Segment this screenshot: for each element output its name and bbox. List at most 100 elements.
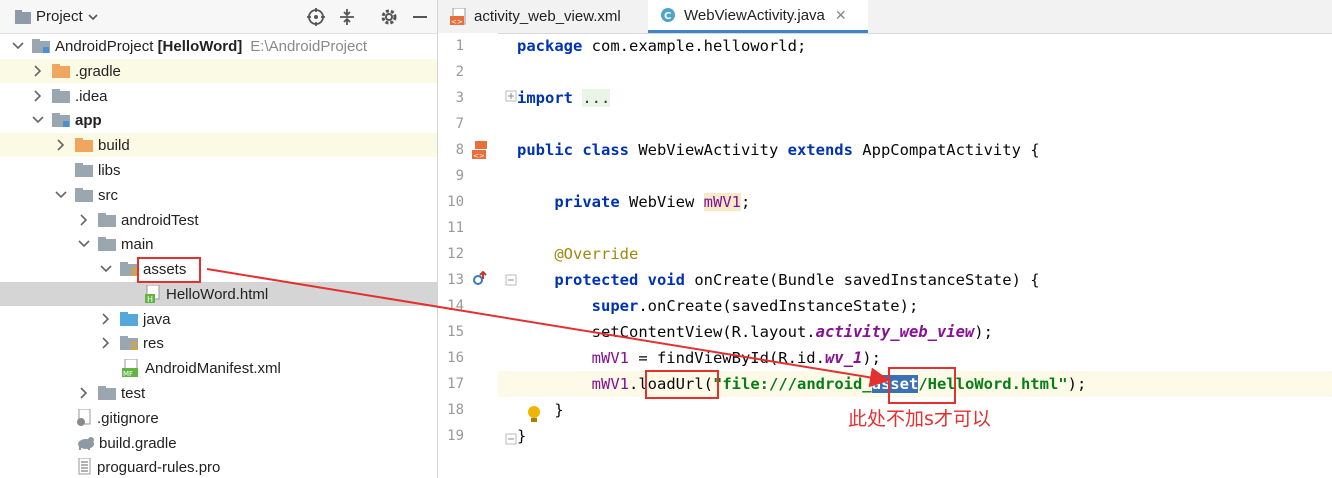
tab-activity-web-view-xml[interactable]: <> activity_web_view.xml [438,0,660,33]
line-number: 8 [455,142,464,158]
tree-item-gradle[interactable]: .gradle [0,59,437,83]
tree-item-src[interactable]: src [0,183,437,207]
module-folder-icon [32,39,50,53]
line-number: 11 [447,220,464,236]
override-method-icon[interactable] [472,271,488,287]
line-number: 16 [447,350,464,366]
svg-text:C: C [664,11,671,22]
tree-item-label: test [121,384,146,402]
tree-item-label: libs [98,161,121,179]
line-number: 13 [447,272,464,288]
tree-item-label: res [143,334,164,352]
tree-item-java[interactable]: java [0,307,437,331]
tree-item-label: app [75,111,102,129]
chevron-right-icon [102,337,110,349]
tree-item-res[interactable]: res [0,331,437,355]
tree-item-main[interactable]: main [0,232,437,256]
chevron-down-icon [55,191,67,199]
code-line-3: import ... [517,89,611,107]
svg-text:<>: <> [451,18,463,26]
gradle-file-icon [78,437,94,450]
tree-item-label: .gradle [75,62,121,80]
code-line-8: public class WebViewActivity extends App… [517,141,1040,159]
code-line-14: super.onCreate(savedInstanceState); [591,297,919,315]
line-number: 1 [455,38,464,54]
tab-label: WebViewActivity.java [684,6,825,24]
tree-item-label: androidTest [121,211,199,229]
tree-item-gitignore[interactable]: .gitignore [0,406,437,430]
close-icon[interactable]: ✕ [835,7,847,24]
line-number-gutter: 1 2 3 7 8 9 10 11 12 13 14 15 16 17 18 1… [438,33,540,478]
svg-text:<>: <> [473,152,485,160]
tree-item-androidtest[interactable]: androidTest [0,208,437,232]
folder-icon [98,213,116,227]
code-line-18: } [554,401,564,419]
line-number: 14 [447,298,464,314]
gear-icon[interactable] [379,7,399,27]
tree-item-label: main [121,235,154,253]
folder-icon [75,138,93,152]
chevron-down-icon [12,42,24,50]
svg-text:MF: MF [123,370,133,377]
folder-icon [52,89,70,103]
line-number: 9 [455,168,464,184]
tree-item-label: java [143,310,171,328]
xml-file-icon: <> [450,7,466,26]
svg-text:H: H [147,295,153,303]
tree-item-test[interactable]: test [0,381,437,405]
tree-item-label: build [98,136,130,154]
module-folder-icon [52,113,70,127]
manifest-file-icon: MF [122,359,138,377]
tree-item-build[interactable]: build [0,133,437,157]
tree-item-assets[interactable]: assets [0,257,437,281]
layout-gutter-icon[interactable]: <> [472,141,490,161]
tree-item-label: .idea [75,87,108,105]
tree-item-helloword-html[interactable]: H HelloWord.html [0,282,437,306]
source-folder-icon [120,312,138,326]
project-view-title: Project [36,8,83,25]
locate-icon[interactable] [306,7,326,27]
code-line-13: protected void onCreate(Bundle savedInst… [554,271,1040,289]
code-line-16: mWV1 = findViewById(R.id.wv_1); [591,349,881,367]
java-class-icon: C [661,8,675,22]
tree-item-module-tag: [HelloWord] [157,37,243,55]
code-line-10: private WebView mWV1; [554,193,751,211]
project-view-selector[interactable]: Project [14,8,99,25]
tree-item-idea[interactable]: .idea [0,84,437,108]
tree-item-path: E:\AndroidProject [250,37,368,55]
tab-webviewactivity-java[interactable]: C WebViewActivity.java ✕ [648,0,868,33]
project-panel-header: Project [0,0,437,34]
tree-item-proguard[interactable]: proguard-rules.pro [0,455,437,478]
chevron-right-icon [34,65,42,77]
line-number: 17 [447,376,464,392]
folder-icon [75,188,93,202]
tree-item-label: .gitignore [97,409,159,427]
tree-item-build-gradle[interactable]: build.gradle [0,431,437,455]
chevron-down-icon [88,13,98,20]
tree-item-root[interactable]: AndroidProject [HelloWord] E:\AndroidPro… [0,34,437,58]
project-panel: Project AndroidProject [HelloWord] E:\An… [0,0,438,478]
code-line-12: @Override [554,245,639,263]
line-number: 7 [455,116,464,132]
line-number: 10 [447,194,464,210]
collapse-all-icon[interactable] [337,7,357,27]
line-number: 2 [455,64,464,80]
chevron-down-icon [78,240,90,248]
code-line-17: mWV1.loadUrl("file:///android_asset/Hell… [591,375,1087,393]
tree-item-app[interactable]: app [0,108,437,132]
chevron-right-icon [102,313,110,325]
text-file-icon [78,458,91,475]
folder-icon [98,237,116,251]
resource-folder-icon [120,336,138,350]
editor-tabs: <> activity_web_view.xml C WebViewActivi… [438,0,1332,34]
tab-label: activity_web_view.xml [474,8,621,25]
tree-item-label: AndroidManifest.xml [145,359,281,377]
chevron-down-icon [100,265,112,273]
folder-icon [98,386,116,400]
tree-item-androidmanifest[interactable]: MF AndroidManifest.xml [0,356,437,380]
resource-folder-icon [120,262,138,276]
tree-item-libs[interactable]: libs [0,158,437,182]
project-folder-icon [15,9,31,24]
annotation-note: 此处不加s才可以 [848,408,991,430]
minimize-icon[interactable] [410,7,430,27]
